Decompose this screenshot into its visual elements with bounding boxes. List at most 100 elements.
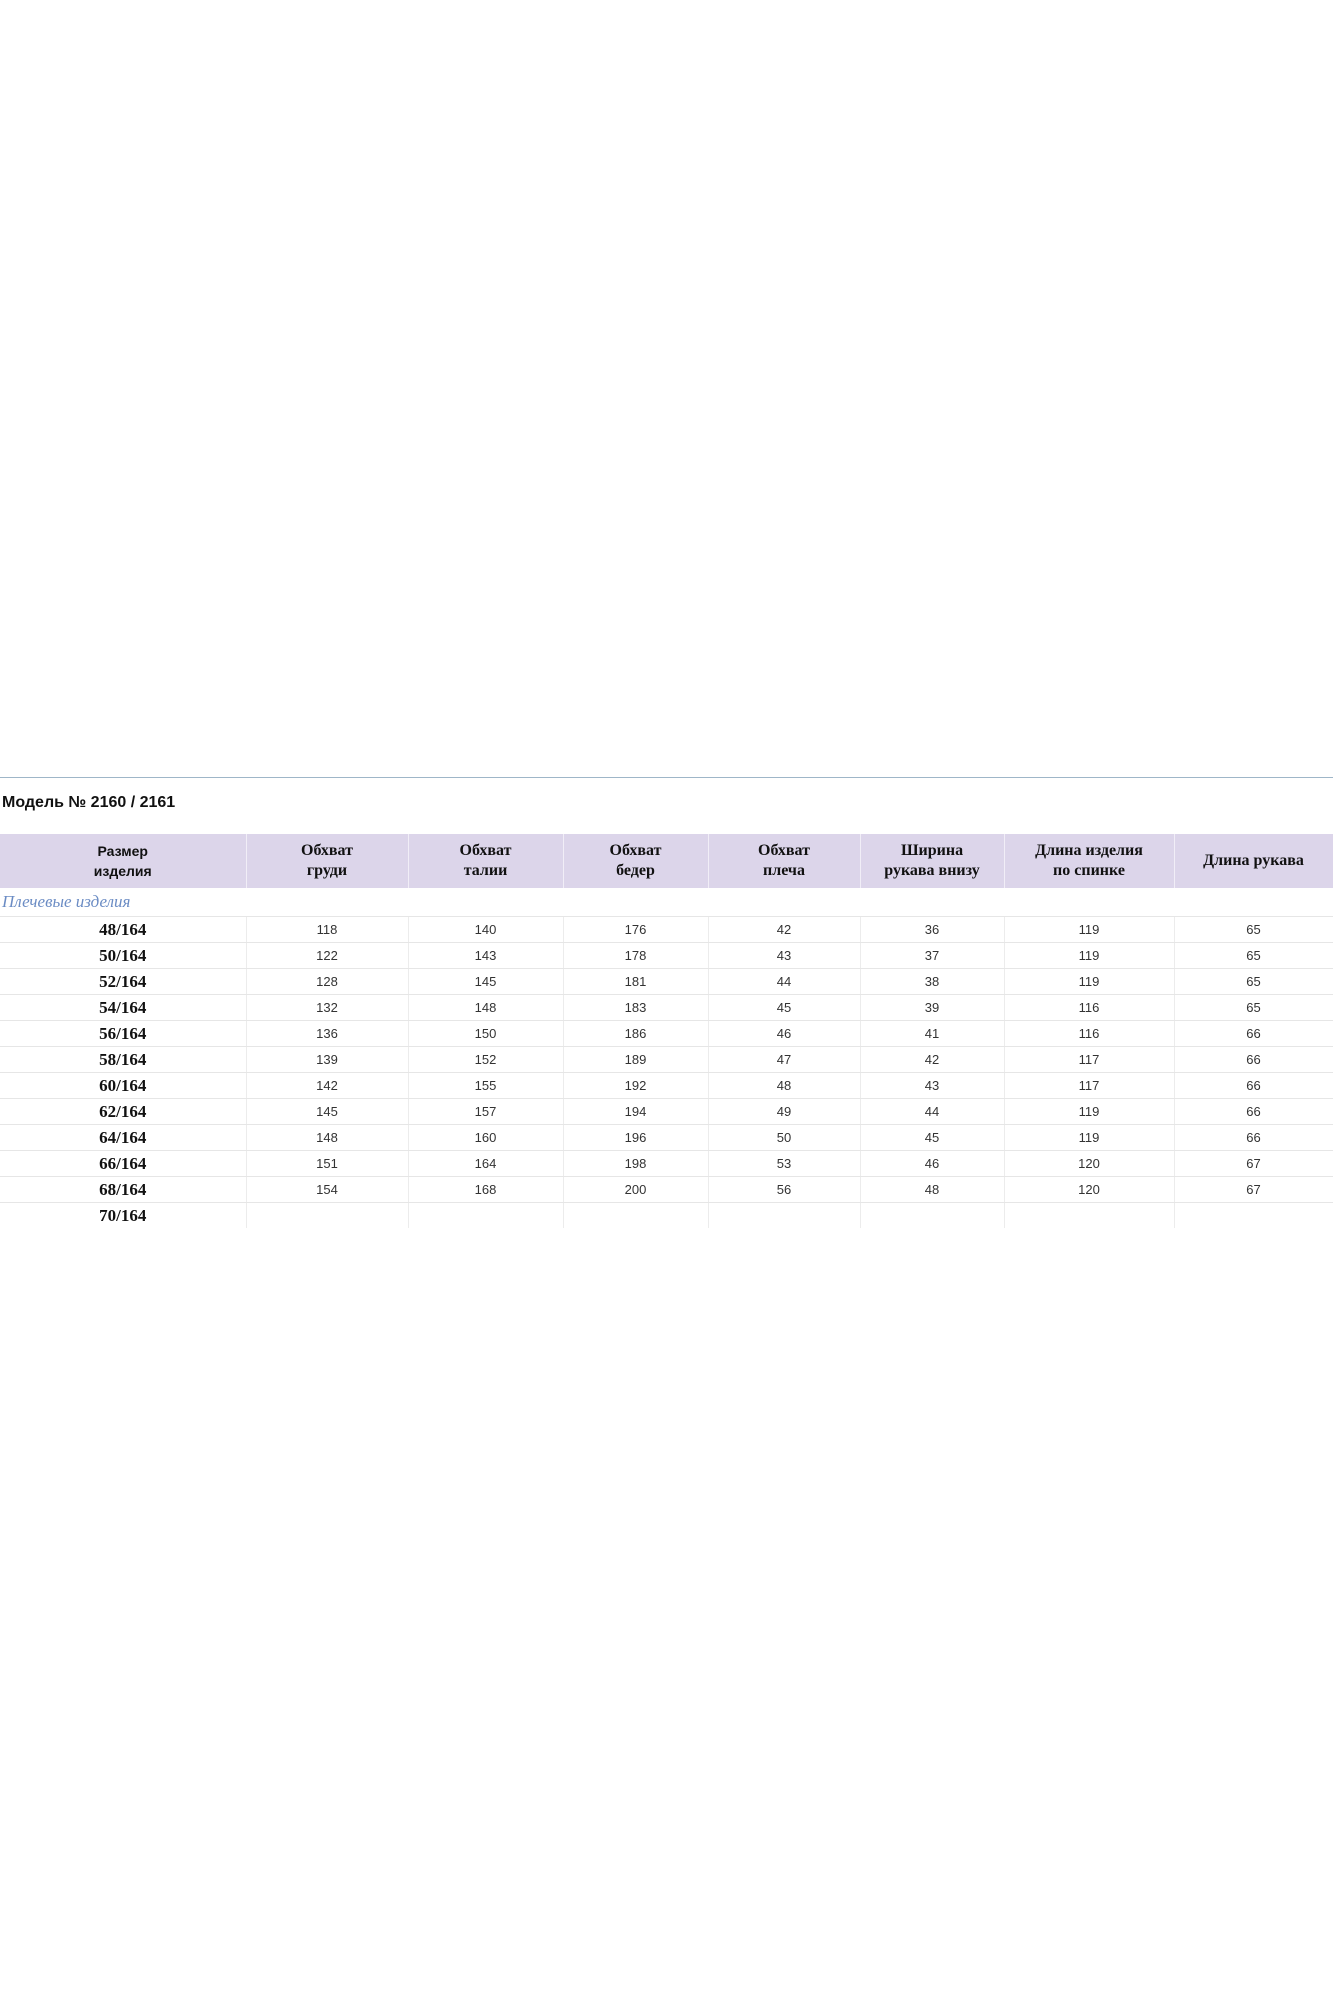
table-cell [860, 1202, 1005, 1228]
table-cell [708, 1202, 861, 1228]
table-cell: 145 [246, 1098, 409, 1125]
table-cell: 183 [563, 994, 709, 1021]
header-chest: Обхват груди [246, 834, 409, 888]
table-cell: 66 [1174, 1124, 1333, 1151]
table-cell: 148 [246, 1124, 409, 1151]
table-cell: 154 [246, 1176, 409, 1203]
size-cell: 56/164 [0, 1020, 247, 1047]
table-cell: 38 [860, 968, 1005, 995]
table-row: 52/164 128 145 181 44 38 119 65 [0, 968, 1333, 995]
table-cell: 65 [1174, 916, 1333, 943]
table-cell: 42 [708, 916, 861, 943]
table-cell: 49 [708, 1098, 861, 1125]
header-back-length: Длина изделия по спинке [1004, 834, 1175, 888]
table-cell: 178 [563, 942, 709, 969]
size-cell: 64/164 [0, 1124, 247, 1151]
table-cell [563, 1202, 709, 1228]
table-row: 48/164 118 140 176 42 36 119 65 [0, 916, 1333, 943]
table-row: 68/164 154 168 200 56 48 120 67 [0, 1176, 1333, 1203]
table-cell: 53 [708, 1150, 861, 1177]
table-cell: 189 [563, 1046, 709, 1073]
table-cell: 48 [860, 1176, 1005, 1203]
table-cell: 119 [1004, 968, 1175, 995]
table-cell: 116 [1004, 1020, 1175, 1047]
table-cell: 117 [1004, 1072, 1175, 1099]
table-cell: 194 [563, 1098, 709, 1125]
table-cell: 198 [563, 1150, 709, 1177]
table-cell: 39 [860, 994, 1005, 1021]
table-cell: 46 [860, 1150, 1005, 1177]
table-cell: 67 [1174, 1176, 1333, 1203]
size-cell: 62/164 [0, 1098, 247, 1125]
table-cell [246, 1202, 409, 1228]
top-divider [0, 777, 1333, 778]
header-upper-arm: Обхват плеча [708, 834, 861, 888]
size-cell: 58/164 [0, 1046, 247, 1073]
table-cell: 66 [1174, 1072, 1333, 1099]
table-cell: 116 [1004, 994, 1175, 1021]
header-sleeve-length: Длина рукава [1174, 834, 1333, 888]
table-cell: 65 [1174, 994, 1333, 1021]
table-cell: 186 [563, 1020, 709, 1047]
table-row: 60/164 142 155 192 48 43 117 66 [0, 1072, 1333, 1099]
table-cell: 44 [860, 1098, 1005, 1125]
table-row: 58/164 139 152 189 47 42 117 66 [0, 1046, 1333, 1073]
table-cell: 168 [408, 1176, 564, 1203]
header-waist: Обхват талии [408, 834, 564, 888]
size-cell: 66/164 [0, 1150, 247, 1177]
table-cell: 139 [246, 1046, 409, 1073]
size-cell: 52/164 [0, 968, 247, 995]
table-cell: 56 [708, 1176, 861, 1203]
table-cell: 200 [563, 1176, 709, 1203]
table-row: 66/164 151 164 198 53 46 120 67 [0, 1150, 1333, 1177]
table-cell: 132 [246, 994, 409, 1021]
table-cell: 152 [408, 1046, 564, 1073]
table-cell: 196 [563, 1124, 709, 1151]
table-cell: 43 [860, 1072, 1005, 1099]
table-cell [408, 1202, 564, 1228]
table-cell: 128 [246, 968, 409, 995]
table-cell: 181 [563, 968, 709, 995]
table-cell: 65 [1174, 942, 1333, 969]
table-row: 70/164 [0, 1202, 1333, 1228]
table-cell: 157 [408, 1098, 564, 1125]
table-cell: 192 [563, 1072, 709, 1099]
table-cell: 122 [246, 942, 409, 969]
table-cell: 43 [708, 942, 861, 969]
table-cell: 41 [860, 1020, 1005, 1047]
table-cell: 119 [1004, 916, 1175, 943]
table-cell: 145 [408, 968, 564, 995]
table-cell: 37 [860, 942, 1005, 969]
size-cell: 48/164 [0, 916, 247, 943]
table-cell: 66 [1174, 1046, 1333, 1073]
table-cell: 36 [860, 916, 1005, 943]
size-cell: 50/164 [0, 942, 247, 969]
table-cell: 119 [1004, 942, 1175, 969]
table-row: 50/164 122 143 178 43 37 119 65 [0, 942, 1333, 969]
table-cell: 120 [1004, 1150, 1175, 1177]
section-row: Плечевые изделия [0, 888, 1333, 917]
table-cell: 50 [708, 1124, 861, 1151]
table-cell [1004, 1202, 1175, 1228]
size-cell: 70/164 [0, 1202, 247, 1228]
table-cell: 119 [1004, 1098, 1175, 1125]
table-cell: 148 [408, 994, 564, 1021]
table-row: 54/164 132 148 183 45 39 116 65 [0, 994, 1333, 1021]
table-cell: 142 [246, 1072, 409, 1099]
size-cell: 68/164 [0, 1176, 247, 1203]
table-cell: 42 [860, 1046, 1005, 1073]
table-cell: 48 [708, 1072, 861, 1099]
table-cell: 46 [708, 1020, 861, 1047]
header-sleeve-width: Ширина рукава внизу [860, 834, 1005, 888]
table-cell: 45 [860, 1124, 1005, 1151]
size-cell: 54/164 [0, 994, 247, 1021]
table-cell: 150 [408, 1020, 564, 1047]
table-cell: 120 [1004, 1176, 1175, 1203]
header-hips: Обхват бедер [563, 834, 709, 888]
table-cell: 65 [1174, 968, 1333, 995]
table-cell: 143 [408, 942, 564, 969]
table-cell: 118 [246, 916, 409, 943]
table-cell: 117 [1004, 1046, 1175, 1073]
table-cell: 136 [246, 1020, 409, 1047]
table-cell: 66 [1174, 1020, 1333, 1047]
